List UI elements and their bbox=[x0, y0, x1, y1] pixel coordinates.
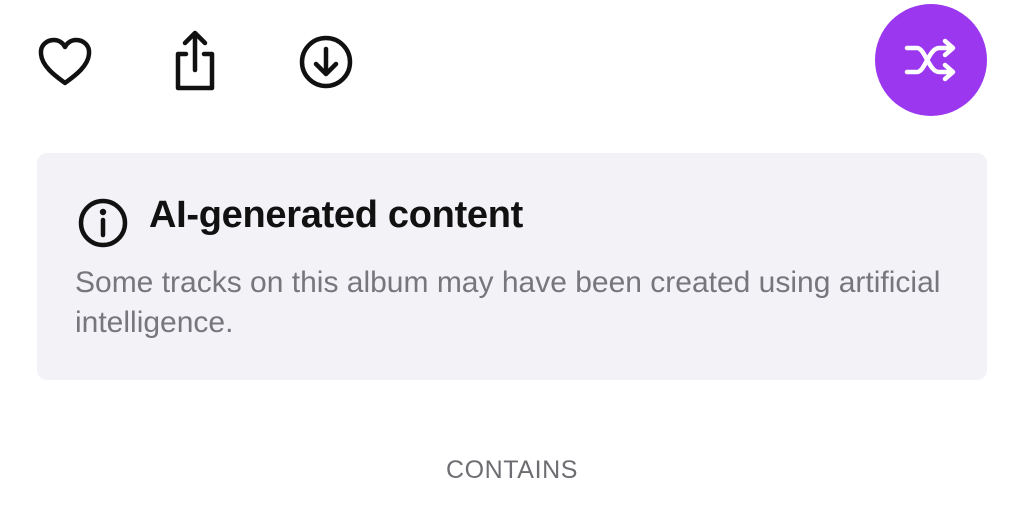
download-button[interactable] bbox=[296, 32, 356, 92]
album-detail-screen: AI-generated content Some tracks on this… bbox=[0, 0, 1024, 526]
shuffle-button[interactable] bbox=[875, 4, 987, 116]
notice-body: Some tracks on this album may have been … bbox=[75, 266, 941, 339]
contains-section-label: CONTAINS bbox=[445, 456, 579, 484]
share-icon bbox=[175, 30, 215, 91]
download-icon bbox=[299, 35, 353, 89]
heart-icon bbox=[38, 37, 92, 86]
share-button[interactable] bbox=[166, 30, 224, 92]
notice-title: AI-generated content bbox=[149, 194, 524, 236]
like-button[interactable] bbox=[34, 34, 96, 90]
info-icon bbox=[78, 198, 128, 248]
ai-content-notice: AI-generated content Some tracks on this… bbox=[37, 153, 987, 380]
shuffle-icon bbox=[904, 38, 956, 82]
